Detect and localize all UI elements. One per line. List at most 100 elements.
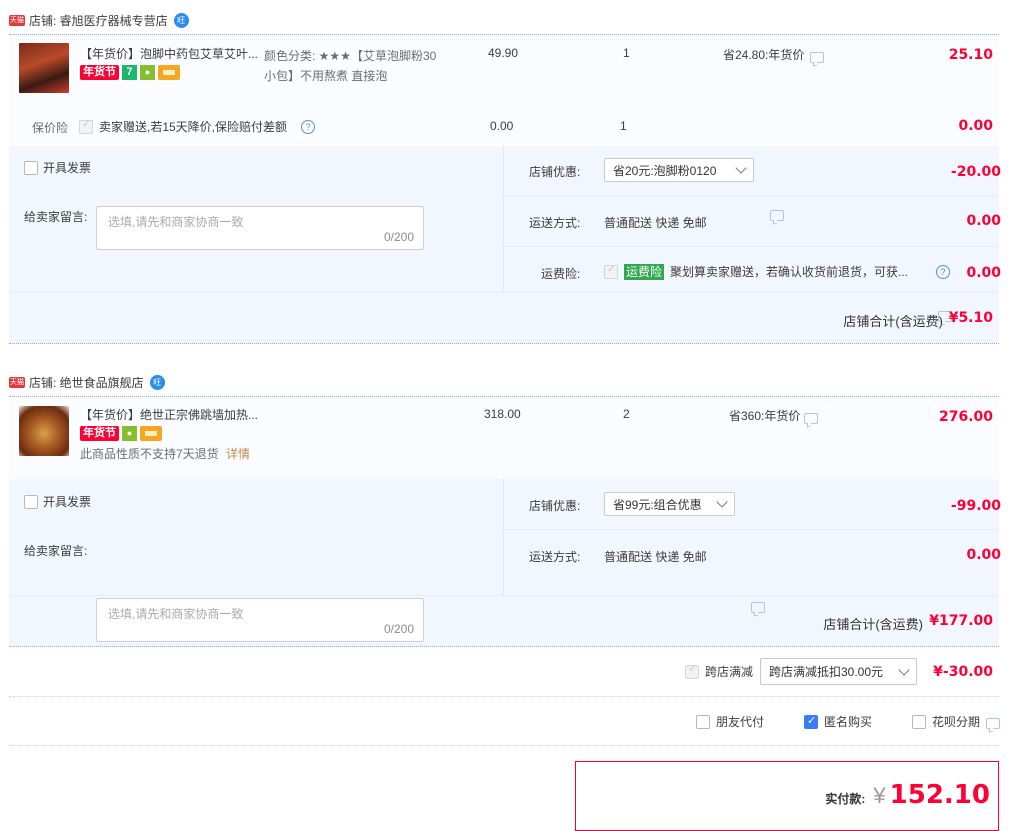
invoice-label[interactable]: 开具发票 [43, 493, 91, 510]
insurance-amount: 0.00 [958, 118, 993, 134]
divider [503, 529, 999, 530]
invoice-checkbox[interactable] [24, 160, 38, 175]
invoice-checkbox[interactable] [24, 494, 38, 509]
service-icon: ● [140, 65, 155, 80]
nianhuo-tag: 年货节 [80, 426, 119, 441]
insurance-label: 保价险 [32, 121, 69, 135]
shop-total-label: 店铺合计(含运费) [823, 617, 923, 632]
sku-line: 小包】不用熬煮 直接泡 [264, 69, 388, 83]
help-icon[interactable]: ? [301, 119, 316, 134]
ship-insurance-label: 运费险: [541, 267, 581, 281]
product-info: 【年货价】泡脚中药包艾草艾叶... 年货节 7 ● [80, 46, 260, 80]
cross-store-checkbox[interactable] [685, 664, 699, 679]
coupon-amount: -20.00 [950, 164, 1001, 180]
ship-insurance-amount: 0.00 [966, 265, 1001, 281]
divider [503, 479, 504, 595]
shipping-amount: 0.00 [966, 213, 1001, 229]
product-title[interactable]: 【年货价】绝世正宗佛跳墙加热... [80, 407, 280, 423]
coupon-amount: -99.00 [950, 498, 1001, 514]
cross-store-option: 跨店满减 [685, 663, 753, 680]
chevron-down-icon [898, 663, 910, 676]
cross-store-select[interactable]: 跨店满减抵扣30.00元 [760, 658, 917, 685]
coupon-select[interactable]: 省99元:组合优惠 [604, 492, 735, 516]
shipping-label: 运送方式: [529, 216, 581, 230]
quantity: 2 [623, 407, 630, 421]
insurance-text: 卖家赠送,若15天降价,保险赔付差额 [99, 120, 288, 134]
shipping-amount: 0.00 [966, 547, 1001, 563]
friend-pay-label[interactable]: 朋友代付 [716, 713, 764, 730]
comment-icon[interactable] [810, 52, 825, 63]
char-counter: 0/200 [383, 230, 414, 244]
comment-icon[interactable] [986, 717, 1001, 729]
coupon-select[interactable]: 省20元:泡脚粉0120 [604, 158, 754, 182]
unit-price: 318.00 [484, 407, 521, 421]
wangwang-chat-icon[interactable]: 旺 [173, 12, 189, 28]
shop-total-amount: ¥5.10 [948, 310, 993, 326]
shop-total-amount: ¥177.00 [929, 613, 993, 629]
seven-day-icon: 7 [122, 65, 137, 80]
char-counter: 0/200 [383, 622, 414, 636]
insurance-qty: 1 [620, 119, 627, 133]
details-link[interactable]: 详情 [226, 447, 250, 461]
chevron-down-icon [735, 162, 747, 174]
shipping-value: 普通配送 快递 免邮 [604, 550, 707, 564]
friend-pay-checkbox[interactable] [696, 714, 710, 729]
divider [503, 196, 999, 197]
pay-summary-box: 实付款: ¥ 152.10 [575, 761, 999, 831]
help-icon[interactable]: ? [936, 265, 950, 279]
cross-store-value: 跨店满减抵扣30.00元 [769, 665, 884, 679]
insurance-price: 0.00 [490, 119, 514, 133]
shipping-label: 运送方式: [529, 550, 581, 564]
product-image[interactable] [19, 43, 69, 93]
comment-icon[interactable] [751, 602, 765, 613]
shop-header: 天猫 店铺: 睿旭医疗器械专营店 旺 [9, 9, 189, 31]
currency-symbol: ¥ [873, 783, 886, 808]
huabei-option[interactable]: 花呗分期 [912, 713, 1001, 730]
card-pay-icon [158, 65, 180, 80]
shop-name[interactable]: 店铺: 睿旭医疗器械专营店 [29, 12, 168, 29]
message-placeholder: 选填,请先和商家协商一致 [108, 607, 244, 621]
product-image[interactable] [19, 406, 69, 456]
shop-name[interactable]: 店铺: 绝世食品旗舰店 [29, 374, 144, 391]
wangwang-chat-icon[interactable]: 旺 [149, 374, 165, 390]
quantity: 1 [623, 46, 630, 60]
insurance-checkbox[interactable] [79, 119, 93, 134]
anonymous-label[interactable]: 匿名购买 [824, 713, 872, 730]
ship-insurance-badge: 运费险 [624, 263, 665, 280]
message-label: 给卖家留言: [24, 544, 88, 558]
comment-icon[interactable] [804, 413, 819, 424]
huabei-label[interactable]: 花呗分期 [932, 713, 980, 730]
item-subtotal: 276.00 [938, 409, 993, 425]
item-subtotal: 25.10 [948, 47, 993, 63]
tmall-icon: 天猫 [9, 376, 25, 388]
unit-price: 49.90 [488, 46, 519, 60]
coupon-label: 店铺优惠: [529, 165, 581, 179]
divider [9, 595, 999, 596]
coupon-value: 省99元:组合优惠 [613, 497, 702, 512]
product-title[interactable]: 【年货价】泡脚中药包艾草艾叶... [80, 46, 260, 62]
huabei-checkbox[interactable] [912, 714, 926, 729]
message-input[interactable]: 选填,请先和商家协商一致 0/200 [96, 206, 424, 250]
chevron-down-icon [716, 496, 728, 508]
message-input[interactable]: 选填,请先和商家协商一致 0/200 [96, 598, 424, 642]
comment-icon[interactable] [770, 210, 784, 221]
ship-insurance-text: 聚划算卖家赠送，若确认收货前退货，可获... [670, 265, 909, 279]
product-info: 【年货价】绝世正宗佛跳墙加热... 年货节 ● 此商品性质不支持7天退货 详情 [80, 407, 280, 462]
anonymous-checkbox[interactable] [804, 714, 818, 729]
shipping-value: 普通配送 快递 免邮 [604, 216, 707, 230]
insurance-option: 卖家赠送,若15天降价,保险赔付差额 ? [79, 118, 316, 135]
anonymous-option[interactable]: 匿名购买 [804, 713, 872, 730]
discount-info: 省24.80:年货价 [723, 46, 825, 63]
tmall-icon: 天猫 [9, 14, 25, 26]
invoice-option[interactable]: 开具发票 [24, 159, 91, 176]
invoice-option[interactable]: 开具发票 [24, 493, 91, 510]
friend-pay-option[interactable]: 朋友代付 [696, 713, 764, 730]
ship-insurance-option: 运费险 聚划算卖家赠送，若确认收货前退货，可获... [604, 263, 915, 280]
cross-store-label: 跨店满减 [705, 665, 754, 679]
invoice-label[interactable]: 开具发票 [43, 159, 91, 176]
message-label: 给卖家留言: [24, 210, 88, 224]
sku-line: 颜色分类: ★★★【艾草泡脚粉30 [264, 49, 437, 63]
ship-insurance-checkbox[interactable] [604, 264, 618, 279]
discount-info: 省360:年货价 [729, 407, 819, 424]
shop-header: 天猫 店铺: 绝世食品旗舰店 旺 [9, 371, 165, 393]
